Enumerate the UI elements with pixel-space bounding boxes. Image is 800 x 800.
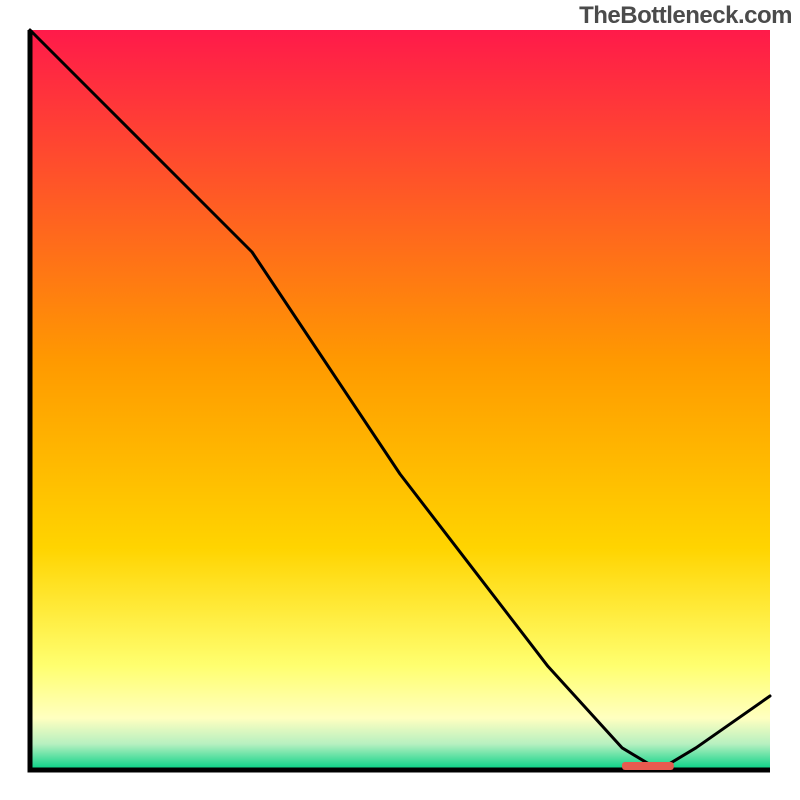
bottleneck-chart — [0, 0, 800, 800]
optimal-range-marker — [622, 762, 674, 770]
chart-stage: TheBottleneck.com — [0, 0, 800, 800]
